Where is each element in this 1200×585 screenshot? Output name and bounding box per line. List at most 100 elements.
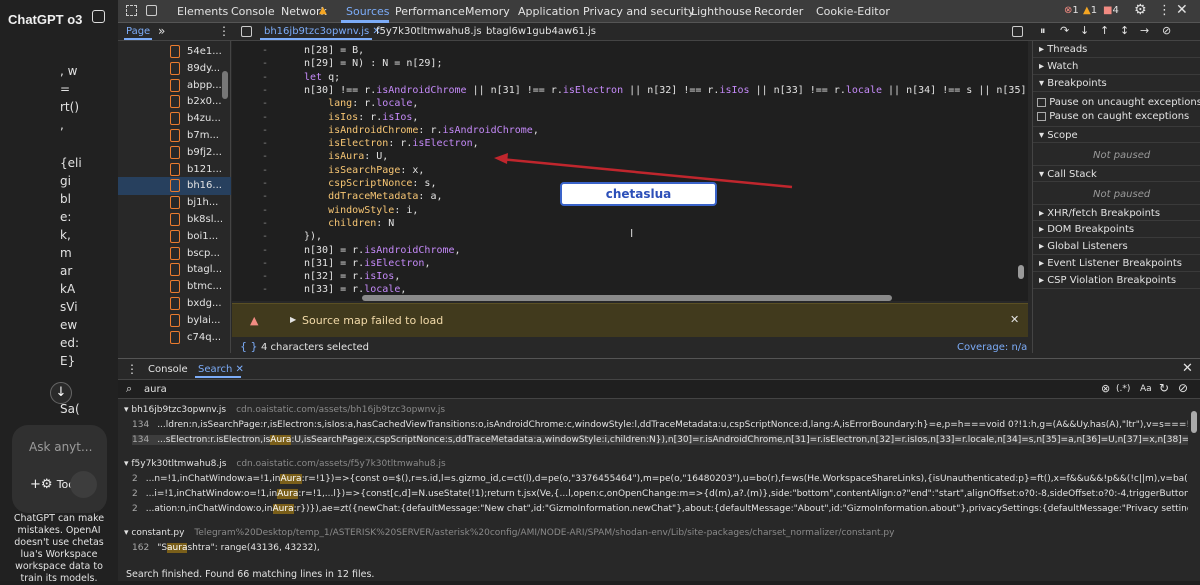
drawer-tab-console[interactable]: Console — [148, 364, 188, 375]
device-toggle-icon[interactable] — [146, 5, 157, 16]
section-dom-breakpoints[interactable]: ▸ DOM Breakpoints — [1033, 221, 1200, 238]
file-tab-1[interactable]: bh16jb9tzc3opwnv.js ✕ — [264, 26, 381, 37]
pause-uncaught-checkbox[interactable]: Pause on uncaught exceptions — [1037, 97, 1200, 108]
section-call-stack[interactable]: ▾ Call Stack — [1033, 165, 1200, 182]
result-file-header[interactable]: ▾ bh16jb9tzc3opwnv.js cdn.oaistatic.com/a… — [124, 405, 1190, 415]
result-file-header[interactable]: ▾ constant.py Telegram%20Desktop/temp_1/A… — [124, 528, 1190, 538]
nav-file-item[interactable]: bk8sl... — [118, 211, 231, 229]
pause-icon[interactable]: ⏸ — [1040, 24, 1046, 38]
nav-file-item[interactable]: b4zu... — [118, 110, 231, 128]
navigator-scrollbar[interactable] — [222, 71, 228, 99]
regex-toggle[interactable]: (.*) — [1116, 384, 1130, 394]
tab-memory[interactable]: Memory — [465, 5, 510, 18]
nav-file-item[interactable]: boi1... — [118, 228, 231, 246]
nav-file-item[interactable]: b121... — [118, 161, 231, 179]
error-badge[interactable]: ⊗1 — [1064, 5, 1079, 16]
section-scope[interactable]: ▾ Scope — [1033, 126, 1200, 143]
issues-badge[interactable]: ■4 — [1103, 5, 1119, 16]
nav-menu-icon[interactable]: ⋮ — [218, 24, 230, 38]
nav-file-item[interactable]: bxdg... — [118, 295, 231, 313]
checkbox[interactable] — [1037, 97, 1046, 107]
result-line[interactable]: 162 "Saurashtra": range(43136, 43232), — [132, 543, 1188, 553]
section-threads[interactable]: ▸ Threads — [1033, 41, 1200, 58]
vertical-scrollbar[interactable] — [1018, 265, 1024, 279]
drawer-menu-icon[interactable]: ⋮ — [126, 362, 138, 376]
nav-file-item[interactable]: bj1h... — [118, 194, 231, 212]
refresh-icon[interactable]: ↻ — [1159, 381, 1169, 395]
tab-application[interactable]: Application — [518, 5, 579, 18]
deactivate-breakpoints-icon[interactable]: ⊘ — [1162, 24, 1171, 37]
nav-file-item[interactable]: btmc... — [118, 278, 231, 296]
result-line[interactable]: 134 ...sElectron:r.isElectron,isAura:U,is… — [132, 435, 1188, 445]
result-file-header[interactable]: ▾ f5y7k30tltmwahu8.js cdn.oaistatic.com/a… — [124, 459, 1190, 469]
edit-icon[interactable] — [92, 10, 105, 23]
code-editor[interactable]: - n[28] = B, - n[29] = N) : N = n[29]; - let … — [232, 41, 1141, 301]
nav-file-item[interactable]: bylai... — [118, 312, 231, 330]
section-global-listeners[interactable]: ▸ Global Listeners — [1033, 238, 1200, 255]
section-watch[interactable]: ▸ Watch — [1033, 58, 1200, 75]
warning-badge[interactable]: ▲1 — [1083, 5, 1097, 16]
file-tab-2[interactable]: f5y7k30tltmwahu8.js — [376, 26, 482, 37]
result-text: ...i=!1,inChatWindow:o=!1,in — [145, 489, 278, 499]
file-tab-3[interactable]: btagl6w1gub4aw61.js — [486, 26, 596, 37]
close-devtools-icon[interactable]: ✕ — [1176, 2, 1188, 18]
results-scrollbar[interactable] — [1191, 411, 1197, 433]
close-drawer-icon[interactable]: ✕ — [1182, 361, 1193, 376]
pretty-print-icon[interactable]: { } — [240, 340, 258, 353]
tab-recorder[interactable]: Recorder — [754, 5, 803, 18]
nav-file-item[interactable]: abpp... — [118, 77, 231, 95]
nav-file-item[interactable]: bh16... — [118, 177, 231, 196]
tab-elements[interactable]: Elements — [177, 5, 228, 18]
result-line[interactable]: 2 ...i=!1,inChatWindow:o=!1,inAura:r=!1,.… — [132, 489, 1188, 499]
tab-privacy-security[interactable]: Privacy and security — [583, 5, 694, 18]
voice-button[interactable] — [70, 471, 97, 498]
pause-caught-checkbox[interactable]: Pause on caught exceptions — [1037, 111, 1189, 122]
nav-file-item[interactable]: b7m... — [118, 127, 231, 145]
nav-file-item[interactable]: bscp... — [118, 245, 231, 263]
tab-page[interactable]: Page — [126, 26, 150, 37]
section-breakpoints[interactable]: ▾ Breakpoints — [1033, 75, 1200, 92]
drawer-tab-search[interactable]: Search ✕ — [198, 364, 244, 375]
section-csp-breakpoints[interactable]: ▸ CSP Violation Breakpoints — [1033, 272, 1200, 289]
step-over-icon[interactable]: ↓ — [1080, 24, 1089, 37]
nav-file-item[interactable]: btagl... — [118, 261, 231, 279]
nav-file-item[interactable]: c74q... — [118, 329, 231, 347]
tab-cookie-editor[interactable]: Cookie-Editor — [816, 5, 890, 18]
tab-console[interactable]: Console — [231, 5, 275, 18]
toggle-debugger-icon[interactable] — [1012, 26, 1023, 37]
annotation-arrow — [494, 153, 793, 189]
prompt-box[interactable]: Ask anyt... +⚙ Tools — [12, 425, 107, 513]
chatgpt-logo-title[interactable]: ChatGPT o3 — [8, 12, 82, 27]
tab-performance[interactable]: Performance — [395, 5, 465, 18]
step-icon[interactable]: → — [1140, 24, 1149, 37]
more-tabs-icon[interactable]: » — [158, 24, 165, 38]
result-line[interactable]: 2 ...n=!1,inChatWindow:a=!1,inAura:r=!1})… — [132, 474, 1188, 484]
nav-file-item[interactable]: b2x0... — [118, 93, 231, 111]
nav-file-item[interactable]: 54e1... — [118, 43, 231, 61]
horizontal-scrollbar[interactable] — [362, 295, 892, 301]
more-icon[interactable]: ⋮ — [1158, 3, 1171, 18]
tab-sources[interactable]: Sources — [346, 5, 390, 18]
result-line[interactable]: 134 ...ldren:n,isSearchPage:r,isElectron:… — [132, 420, 1188, 430]
resume-icon[interactable]: ↷ — [1060, 24, 1069, 37]
nav-file-item[interactable]: b9fj2... — [118, 144, 231, 162]
inspect-icon[interactable] — [126, 5, 137, 16]
clear-search-icon[interactable]: ⊗ — [1101, 382, 1110, 395]
toggle-navigator-icon[interactable] — [241, 26, 252, 37]
scroll-down-button[interactable]: ↓ — [50, 382, 72, 404]
clear-results-icon[interactable]: ⊘ — [1178, 381, 1188, 395]
case-toggle[interactable]: Aa — [1140, 384, 1152, 394]
step-into-icon[interactable]: ↑ — [1100, 24, 1109, 37]
dismiss-icon[interactable]: ✕ — [1010, 313, 1019, 326]
nav-file-item[interactable]: 89dy... — [118, 60, 231, 78]
section-xhr-breakpoints[interactable]: ▸ XHR/fetch Breakpoints — [1033, 204, 1200, 221]
settings-icon[interactable]: ⚙ — [1134, 2, 1147, 18]
prompt-input[interactable]: Ask anyt... — [29, 440, 92, 454]
expand-icon[interactable]: ▶ — [290, 315, 296, 324]
step-out-icon[interactable]: ↕ — [1120, 24, 1129, 37]
tab-lighthouse[interactable]: Lighthouse — [691, 5, 752, 18]
checkbox[interactable] — [1037, 111, 1046, 121]
search-input[interactable]: aura — [144, 384, 167, 395]
section-event-listener-breakpoints[interactable]: ▸ Event Listener Breakpoints — [1033, 255, 1200, 272]
result-line[interactable]: 2 ...ation:n,inChatWindow:o,inAura:r})}),… — [132, 504, 1188, 514]
